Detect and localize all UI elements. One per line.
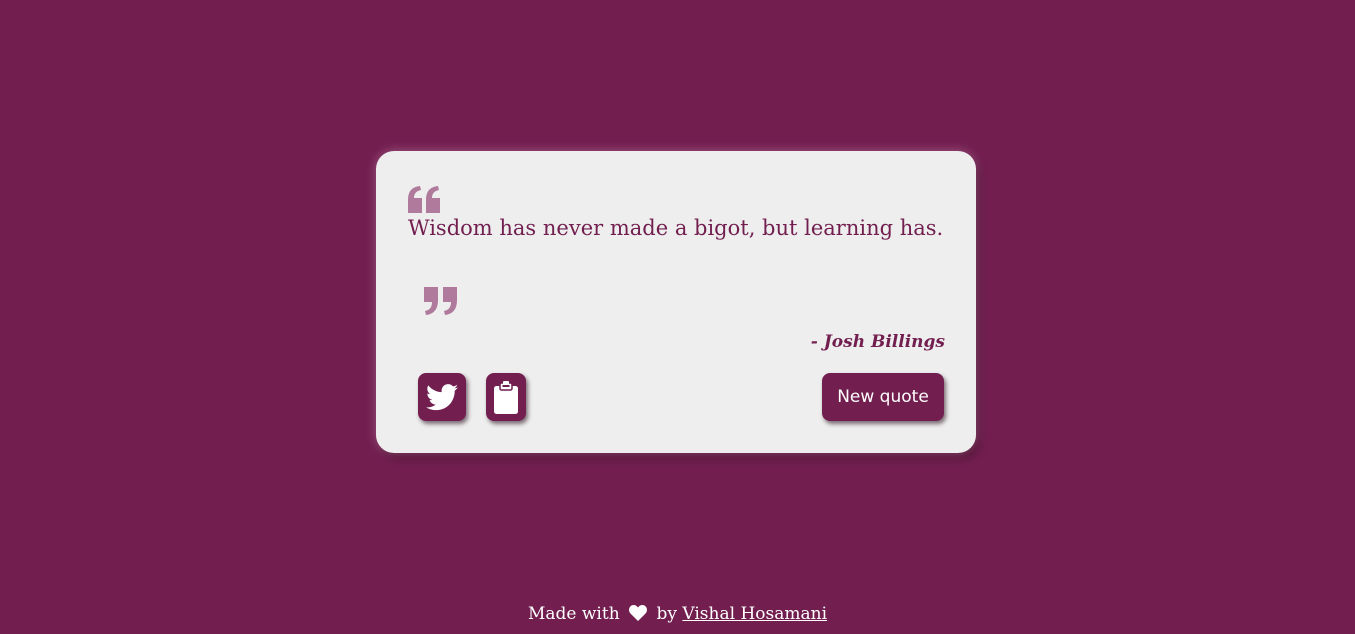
tweet-button[interactable]: [418, 373, 466, 421]
quote-open-icon: [408, 186, 440, 213]
quote-card: Wisdom has never made a bigot, but learn…: [376, 151, 976, 453]
quote-author: - Josh Billings: [810, 332, 945, 352]
quote-text: Wisdom has never made a bigot, but learn…: [408, 216, 944, 240]
heart-icon: [629, 605, 648, 621]
copy-button[interactable]: [486, 373, 526, 421]
new-quote-button[interactable]: New quote: [822, 373, 944, 421]
footer-by: by: [656, 604, 677, 624]
clipboard-icon: [494, 380, 518, 414]
author-link[interactable]: Vishal Hosamani: [682, 604, 827, 624]
twitter-icon: [426, 383, 458, 410]
footer-made-with: Made with: [527, 604, 620, 624]
quote-close-icon: [424, 287, 457, 315]
footer: Made with by Vishal Hosamani: [0, 604, 1355, 624]
